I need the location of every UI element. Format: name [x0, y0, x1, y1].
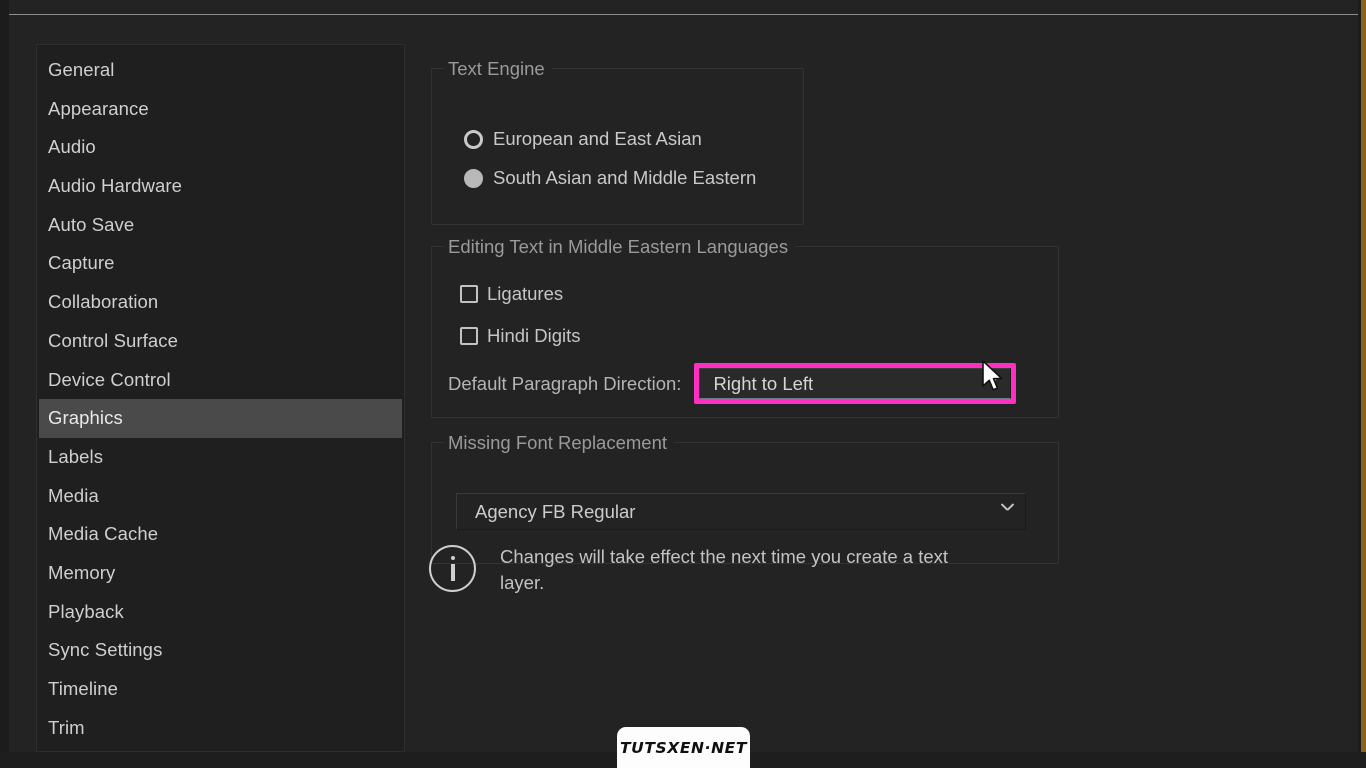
info-icon	[429, 545, 476, 592]
checkbox-hindi-digits-label: Hindi Digits	[487, 325, 581, 346]
sidebar-item-control-surface[interactable]: Control Surface	[37, 322, 404, 361]
text-engine-group: Text Engine European and East Asian Sout…	[431, 58, 804, 225]
sidebar-item-graphics[interactable]: Graphics	[39, 399, 402, 438]
default-paragraph-direction-label: Default Paragraph Direction:	[448, 372, 682, 394]
sidebar-item-general[interactable]: General	[37, 51, 404, 90]
radio-european-east-asian[interactable]: European and East Asian	[464, 128, 702, 150]
checkbox-hindi-digits[interactable]: Hindi Digits	[460, 325, 581, 347]
watermark-text: TUTSXEN·NET	[619, 738, 748, 757]
sidebar-item-appearance[interactable]: Appearance	[37, 90, 404, 129]
watermark-badge: TUTSXEN·NET	[617, 727, 750, 768]
sidebar-item-media[interactable]: Media	[37, 477, 404, 516]
sidebar-item-sync-settings[interactable]: Sync Settings	[37, 631, 404, 670]
radio-south-asian-middle-eastern-label: South Asian and Middle Eastern	[493, 167, 757, 188]
sidebar-item-playback[interactable]: Playback	[37, 593, 404, 632]
default-paragraph-direction-highlight: Right to Left	[694, 363, 1017, 404]
missing-font-replacement-value: Agency FB Regular	[475, 500, 636, 522]
info-note-text: Changes will take effect the next time y…	[500, 546, 949, 593]
window-right-accent-strip	[1361, 0, 1366, 768]
text-engine-title: Text Engine	[444, 58, 552, 80]
missing-font-replacement-title: Missing Font Replacement	[444, 432, 675, 454]
editing-text-group: Editing Text in Middle Eastern Languages…	[431, 236, 1060, 418]
radio-european-east-asian-label: European and East Asian	[493, 128, 702, 149]
sidebar-item-audio-hardware[interactable]: Audio Hardware	[37, 167, 404, 206]
sidebar-item-timeline[interactable]: Timeline	[37, 670, 404, 709]
chevron-down-icon	[1001, 504, 1014, 517]
sidebar-item-capture[interactable]: Capture	[37, 244, 404, 283]
preferences-category-list: General Appearance Audio Audio Hardware …	[36, 44, 405, 752]
sidebar-item-audio[interactable]: Audio	[37, 128, 404, 167]
window-left-edge	[0, 0, 9, 768]
sidebar-item-trim[interactable]: Trim	[37, 709, 404, 748]
sidebar-item-auto-save[interactable]: Auto Save	[37, 206, 404, 245]
preferences-window: General Appearance Audio Audio Hardware …	[0, 0, 1366, 768]
window-top-divider	[9, 14, 1362, 15]
sidebar-item-media-cache[interactable]: Media Cache	[37, 515, 404, 554]
radio-on-icon	[464, 168, 483, 188]
info-note: Changes will take effect the next time y…	[429, 544, 1049, 596]
default-paragraph-direction-row: Default Paragraph Direction: Right to Le…	[448, 363, 1060, 404]
preferences-content-pane: Text Engine European and East Asian Sout…	[405, 44, 1358, 752]
checkbox-unchecked-icon	[460, 327, 478, 345]
checkbox-ligatures[interactable]: Ligatures	[460, 283, 563, 305]
default-paragraph-direction-value: Right to Left	[713, 372, 814, 394]
radio-south-asian-middle-eastern[interactable]: South Asian and Middle Eastern	[464, 167, 756, 189]
checkbox-ligatures-label: Ligatures	[487, 283, 564, 304]
sidebar-item-device-control[interactable]: Device Control	[37, 361, 404, 400]
editing-text-title: Editing Text in Middle Eastern Languages	[444, 236, 796, 258]
default-paragraph-direction-select[interactable]: Right to Left	[699, 368, 1012, 399]
checkbox-unchecked-icon	[460, 285, 478, 303]
sidebar-item-labels[interactable]: Labels	[37, 438, 404, 477]
missing-font-replacement-select[interactable]: Agency FB Regular	[456, 493, 1026, 530]
sidebar-item-collaboration[interactable]: Collaboration	[37, 283, 404, 322]
sidebar-item-memory[interactable]: Memory	[37, 554, 404, 593]
chevron-down-icon	[986, 376, 999, 389]
radio-off-icon	[464, 129, 483, 149]
